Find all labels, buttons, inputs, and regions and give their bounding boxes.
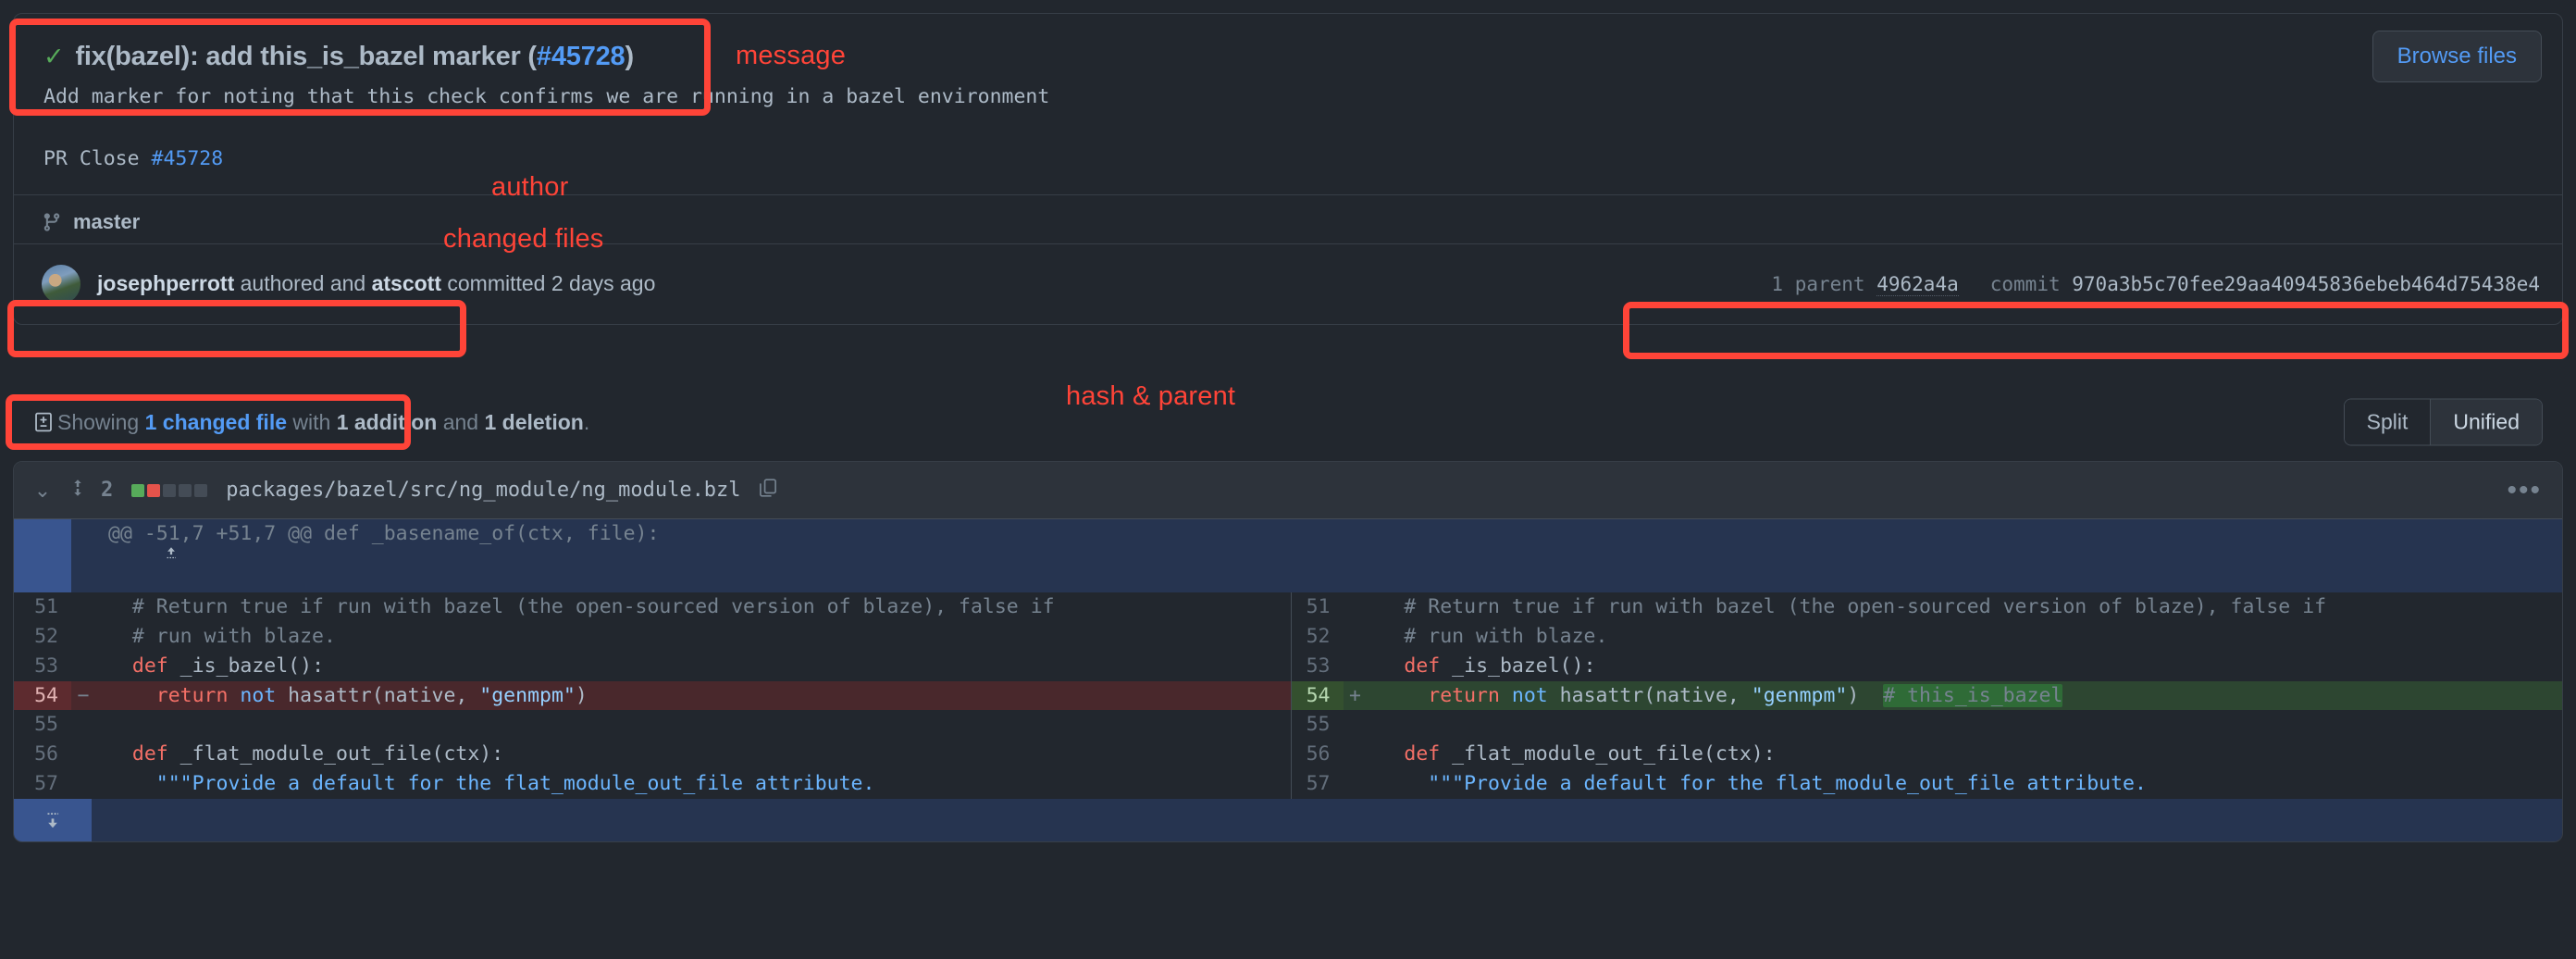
period: . <box>584 410 589 434</box>
code-left: """Provide a default for the flat_module… <box>95 769 1291 799</box>
code-right: def _flat_module_out_file(ctx): <box>1368 740 2563 769</box>
line-number-right-added: 54 <box>1292 681 1344 711</box>
commit-hash-parent: 1 parent 4962a4a commit 970a3b5c70fee29a… <box>1771 273 2540 295</box>
commit-body-line-1: Add marker for noting that this check co… <box>43 85 1049 108</box>
line-number-right: 56 <box>1292 740 1344 769</box>
line-number-right: 52 <box>1292 622 1344 652</box>
parent-label: 1 parent <box>1771 273 1864 295</box>
expand-down-icon[interactable] <box>14 799 92 841</box>
expand-down-row <box>14 799 2562 841</box>
code-right <box>1368 710 2563 740</box>
author-text: josephperrott authored and atscott commi… <box>97 271 655 296</box>
split-view-button[interactable]: Split <box>2345 400 2431 445</box>
commit-title-text: fix(bazel): add this_is_bazel marker ( <box>75 42 536 71</box>
code-right-added: return not hasattr(native, "genmpm") # t… <box>1368 681 2563 711</box>
code-right: def _is_bazel(): <box>1368 652 2563 681</box>
hunk-expand-button[interactable] <box>19 519 71 592</box>
annotation-label-message: message <box>736 41 846 71</box>
line-number-left: 55 <box>19 710 71 740</box>
showing-label: Showing <box>57 410 145 434</box>
line-number-left: 57 <box>19 769 71 799</box>
diff-table: @@ -51,7 +51,7 @@ def _basename_of(ctx, … <box>14 519 2562 799</box>
commit-hash[interactable]: 970a3b5c70fee29aa40945836ebeb464d75438e4 <box>2072 273 2540 295</box>
commit-message-header: ✓ fix(bazel): add this_is_bazel marker (… <box>14 14 2562 195</box>
code-left: def _flat_module_out_file(ctx): <box>95 740 1291 769</box>
authored-text: authored and <box>234 271 371 295</box>
code-right: # run with blaze. <box>1368 622 2563 652</box>
browse-files-button[interactable]: Browse files <box>2372 31 2542 82</box>
unified-view-button[interactable]: Unified <box>2430 400 2542 445</box>
diff-row: 57 """Provide a default for the flat_mod… <box>14 769 2562 799</box>
author-row: josephperrott authored and atscott commi… <box>14 243 2562 324</box>
diff-row: 53 def _is_bazel(): 53 def _is_bazel(): <box>14 652 2562 681</box>
code-left: # run with blaze. <box>95 622 1291 652</box>
annotation-label-changed-files: changed files <box>443 224 604 255</box>
avatar[interactable] <box>42 265 80 304</box>
additions-count: 1 addition <box>337 410 438 434</box>
commit-body-pr-link[interactable]: #45728 <box>152 147 224 170</box>
diff-row: 55 55 <box>14 710 2562 740</box>
file-change-count: 2 <box>101 479 113 502</box>
line-number-right: 53 <box>1292 652 1344 681</box>
diff-row: 52 # run with blaze. 52 # run with blaze… <box>14 622 2562 652</box>
chevron-down-icon[interactable]: ⌄ <box>31 479 55 503</box>
commit-body: Add marker for noting that this check co… <box>43 81 2534 174</box>
line-number-right: 57 <box>1292 769 1344 799</box>
diff-view-toggle: Split Unified <box>2344 399 2543 446</box>
annotation-label-author: author <box>491 172 568 203</box>
diff-stat-icon <box>33 410 54 434</box>
commit-title: ✓ fix(bazel): add this_is_bazel marker (… <box>43 42 2534 72</box>
line-number-left: 56 <box>19 740 71 769</box>
changed-file-link[interactable]: 1 changed file <box>145 410 287 434</box>
parent-hash[interactable]: 4962a4a <box>1876 273 1959 296</box>
file-path[interactable]: packages/bazel/src/ng_module/ng_module.b… <box>226 479 740 502</box>
line-number-right: 55 <box>1292 710 1344 740</box>
check-icon: ✓ <box>43 44 64 69</box>
line-number-left: 51 <box>19 592 71 622</box>
branch-row: master <box>14 195 2562 243</box>
copy-icon[interactable] <box>758 477 778 504</box>
code-left: def _is_bazel(): <box>95 652 1291 681</box>
file-diff-card: ⌄ 2 packages/bazel/src/ng_module/ng_modu… <box>13 461 2563 842</box>
diff-row-changed: 54 − return not hasattr(native, "genmpm"… <box>14 681 2562 711</box>
diff-row: 51 # Return true if run with bazel (the … <box>14 592 2562 622</box>
commit-title-suffix: ) <box>625 42 633 71</box>
with-label: with <box>287 410 337 434</box>
file-options-kebab[interactable]: ••• <box>2507 477 2542 504</box>
added-highlight: # this_is_bazel <box>1883 684 2062 707</box>
line-number-left: 53 <box>19 652 71 681</box>
added-sign: + <box>1344 681 1368 711</box>
code-right: """Provide a default for the flat_module… <box>1368 769 2563 799</box>
file-header: ⌄ 2 packages/bazel/src/ng_module/ng_modu… <box>14 462 2562 519</box>
branch-icon <box>42 210 62 234</box>
commit-body-line-2-prefix: PR Close <box>43 147 152 170</box>
code-right: # Return true if run with bazel (the ope… <box>1368 592 2563 622</box>
line-number-left: 52 <box>19 622 71 652</box>
annotation-label-hash-parent: hash & parent <box>1066 381 1235 412</box>
code-left-deleted: return not hasattr(native, "genmpm") <box>95 681 1291 711</box>
commit-title-pr-link[interactable]: #45728 <box>537 42 625 71</box>
branch-name[interactable]: master <box>73 210 140 234</box>
changed-files-row: Showing 1 changed file with 1 addition a… <box>13 389 2563 455</box>
line-number-left-deleted: 54 <box>19 681 71 711</box>
and-label: and <box>437 410 484 434</box>
hunk-header-text: @@ -51,7 +51,7 @@ def _basename_of(ctx, … <box>95 519 2562 592</box>
line-number-right: 51 <box>1292 592 1344 622</box>
committed-text: committed 2 days ago <box>441 271 655 295</box>
changed-files-text: Showing 1 changed file with 1 addition a… <box>57 410 589 435</box>
committer-name[interactable]: atscott <box>372 271 441 295</box>
diff-row: 56 def _flat_module_out_file(ctx): 56 de… <box>14 740 2562 769</box>
author-name[interactable]: josephperrott <box>97 271 234 295</box>
deletions-count: 1 deletion <box>484 410 583 434</box>
hunk-header-row: @@ -51,7 +51,7 @@ def _basename_of(ctx, … <box>14 519 2562 592</box>
diff-stat-blocks <box>131 484 207 497</box>
code-left <box>95 710 1291 740</box>
expand-icon[interactable] <box>68 477 88 504</box>
deleted-sign: − <box>71 681 95 711</box>
code-left: # Return true if run with bazel (the ope… <box>95 592 1291 622</box>
commit-label: commit <box>1990 273 2061 295</box>
commit-card: ✓ fix(bazel): add this_is_bazel marker (… <box>13 13 2563 325</box>
